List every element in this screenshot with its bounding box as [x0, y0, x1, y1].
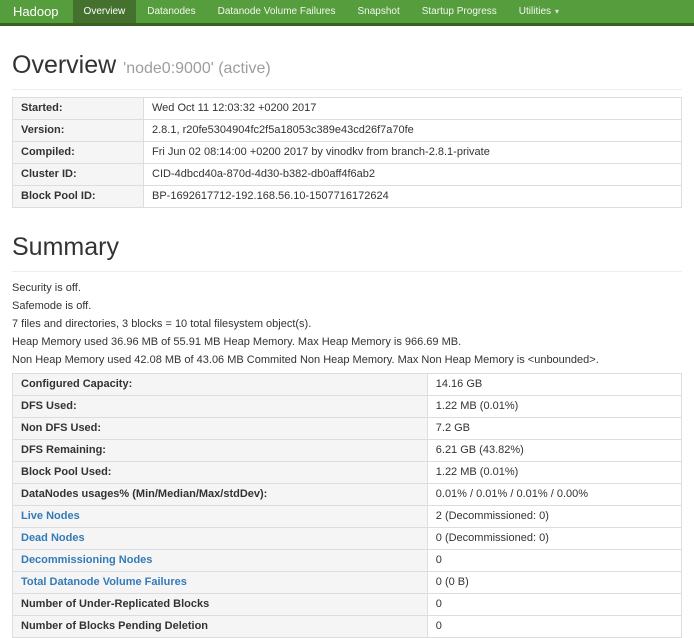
table-row: Block Pool Used: 1.22 MB (0.01%) [13, 462, 682, 484]
info-value-block-pool-id: BP-1692617712-192.168.56.10-150771617262… [144, 186, 682, 208]
tab-startup-progress-label: Startup Progress [422, 6, 497, 17]
summary-value-dead-nodes: 0 (Decommissioned: 0) [427, 528, 681, 550]
dead-nodes-link[interactable]: Dead Nodes [21, 532, 85, 544]
info-value-started: Wed Oct 11 12:03:32 +0200 2017 [144, 98, 682, 120]
tab-startup-progress[interactable]: Startup Progress [411, 0, 508, 23]
summary-label-dfs-remaining: DFS Remaining: [13, 440, 428, 462]
info-label-version: Version: [13, 120, 144, 142]
tab-snapshot[interactable]: Snapshot [346, 0, 410, 23]
info-label-started: Started: [13, 98, 144, 120]
table-row: Cluster ID: CID-4dbcd40a-870d-4d30-b382-… [13, 164, 682, 186]
info-label-compiled: Compiled: [13, 142, 144, 164]
table-row: Decommissioning Nodes 0 [13, 550, 682, 572]
namenode-info-table: Started: Wed Oct 11 12:03:32 +0200 2017 … [12, 97, 682, 208]
table-row: Version: 2.8.1, r20fe5304904fc2f5a18053c… [13, 120, 682, 142]
table-row: DFS Used: 1.22 MB (0.01%) [13, 396, 682, 418]
table-row: DFS Remaining: 6.21 GB (43.82%) [13, 440, 682, 462]
non-heap-memory-status: Non Heap Memory used 42.08 MB of 43.06 M… [12, 355, 682, 366]
tab-overview-label: Overview [84, 6, 126, 17]
summary-value-block-pool-used: 1.22 MB (0.01%) [427, 462, 681, 484]
tab-overview[interactable]: Overview [73, 0, 137, 23]
summary-label-block-pool-used: Block Pool Used: [13, 462, 428, 484]
divider [12, 89, 682, 90]
summary-value-configured-capacity: 14.16 GB [427, 374, 681, 396]
summary-label-configured-capacity: Configured Capacity: [13, 374, 428, 396]
tab-utilities-dropdown[interactable]: Utilities ▾ [508, 0, 570, 23]
divider [12, 271, 682, 272]
table-row: Compiled: Fri Jun 02 08:14:00 +0200 2017… [13, 142, 682, 164]
table-row: Non DFS Used: 7.2 GB [13, 418, 682, 440]
summary-label-datanode-usages: DataNodes usages% (Min/Median/Max/stdDev… [13, 484, 428, 506]
info-label-block-pool-id: Block Pool ID: [13, 186, 144, 208]
filesystem-objects-status: 7 files and directories, 3 blocks = 10 t… [12, 319, 682, 330]
summary-status-block: Security is off. Safemode is off. 7 file… [12, 279, 682, 366]
info-label-cluster-id: Cluster ID: [13, 164, 144, 186]
overview-heading: Overview 'node0:9000' (active) [12, 51, 682, 80]
live-nodes-link[interactable]: Live Nodes [21, 510, 80, 522]
overview-title: Overview [12, 51, 116, 79]
heap-memory-status: Heap Memory used 36.96 MB of 55.91 MB He… [12, 337, 682, 348]
decommissioning-nodes-link[interactable]: Decommissioning Nodes [21, 554, 152, 566]
tab-snapshot-label: Snapshot [357, 6, 399, 17]
summary-label-blocks-pending-deletion: Number of Blocks Pending Deletion [13, 616, 428, 638]
summary-value-volume-failures: 0 (0 B) [427, 572, 681, 594]
summary-table: Configured Capacity: 14.16 GB DFS Used: … [12, 373, 682, 638]
table-row: Total Datanode Volume Failures 0 (0 B) [13, 572, 682, 594]
tab-datanodes[interactable]: Datanodes [136, 0, 206, 23]
summary-value-dfs-remaining: 6.21 GB (43.82%) [427, 440, 681, 462]
security-status: Security is off. [12, 283, 682, 294]
tab-utilities-label: Utilities [519, 6, 551, 17]
total-datanode-volume-failures-link[interactable]: Total Datanode Volume Failures [21, 576, 187, 588]
summary-label-non-dfs-used: Non DFS Used: [13, 418, 428, 440]
summary-label-under-replicated-blocks: Number of Under-Replicated Blocks [13, 594, 428, 616]
top-navbar: Hadoop Overview Datanodes Datanode Volum… [0, 0, 694, 26]
table-row: Block Pool ID: BP-1692617712-192.168.56.… [13, 186, 682, 208]
table-row: Number of Blocks Pending Deletion 0 [13, 616, 682, 638]
tab-datanodes-label: Datanodes [147, 6, 195, 17]
summary-label-dfs-used: DFS Used: [13, 396, 428, 418]
summary-value-dfs-used: 1.22 MB (0.01%) [427, 396, 681, 418]
tab-datanode-volume-failures[interactable]: Datanode Volume Failures [207, 0, 347, 23]
namenode-address-subtitle: 'node0:9000' (active) [123, 60, 271, 77]
table-row: DataNodes usages% (Min/Median/Max/stdDev… [13, 484, 682, 506]
summary-value-decommissioning-nodes: 0 [427, 550, 681, 572]
info-value-compiled: Fri Jun 02 08:14:00 +0200 2017 by vinodk… [144, 142, 682, 164]
summary-value-datanode-usages: 0.01% / 0.01% / 0.01% / 0.00% [427, 484, 681, 506]
table-row: Started: Wed Oct 11 12:03:32 +0200 2017 [13, 98, 682, 120]
summary-heading: Summary [12, 233, 682, 262]
info-value-cluster-id: CID-4dbcd40a-870d-4d30-b382-db0aff4f6ab2 [144, 164, 682, 186]
summary-value-live-nodes: 2 (Decommissioned: 0) [427, 506, 681, 528]
table-row: Number of Under-Replicated Blocks 0 [13, 594, 682, 616]
table-row: Configured Capacity: 14.16 GB [13, 374, 682, 396]
tab-datanode-volume-failures-label: Datanode Volume Failures [218, 6, 336, 17]
summary-value-under-replicated-blocks: 0 [427, 594, 681, 616]
page-content: Overview 'node0:9000' (active) Started: … [0, 51, 694, 638]
summary-value-blocks-pending-deletion: 0 [427, 616, 681, 638]
caret-down-icon: ▾ [555, 7, 559, 16]
info-value-version: 2.8.1, r20fe5304904fc2f5a18053c389e43cd2… [144, 120, 682, 142]
summary-value-non-dfs-used: 7.2 GB [427, 418, 681, 440]
table-row: Dead Nodes 0 (Decommissioned: 0) [13, 528, 682, 550]
hadoop-brand[interactable]: Hadoop [0, 0, 73, 23]
table-row: Live Nodes 2 (Decommissioned: 0) [13, 506, 682, 528]
safemode-status: Safemode is off. [12, 301, 682, 312]
